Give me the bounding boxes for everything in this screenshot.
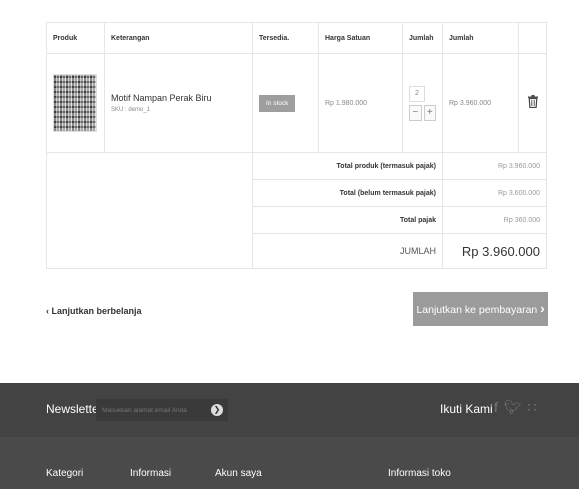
stock-badge: In stock: [259, 94, 296, 112]
social-links: f🐦︎∷: [494, 399, 543, 416]
unit-price-cell: Rp 1.980.000: [318, 53, 403, 153]
summary-value: Rp 3.600.000: [442, 179, 547, 207]
summary-value: Rp 3.960.000: [442, 152, 547, 180]
chevron-right-icon: ›: [540, 301, 545, 316]
footer-column-information[interactable]: Informasi: [130, 468, 171, 479]
product-cell: [46, 53, 105, 153]
delete-cell: [518, 53, 547, 153]
summary-label: Total pajak: [252, 206, 443, 234]
quantity-decrease-button[interactable]: −: [409, 104, 422, 121]
footer-column-categories[interactable]: Kategori: [46, 468, 83, 479]
rss-icon[interactable]: ∷: [528, 399, 543, 415]
trash-icon[interactable]: [525, 95, 540, 111]
header-total: Jumlah: [442, 22, 519, 54]
newsletter-label: Newsletter: [46, 402, 103, 416]
quantity-cell: 2 − +: [402, 53, 443, 153]
summary-row-total-incl-tax: Total produk (termasuk pajak) Rp 3.960.0…: [46, 152, 547, 269]
summary-value: Rp 360.000: [442, 206, 547, 234]
table-row: Motif Nampan Perak Biru SKU : demo_1 In …: [46, 53, 547, 153]
cart-table: Produk Keterangan Tersedia. Harga Satuan…: [46, 22, 547, 269]
header-quantity: Jumlah: [402, 22, 443, 54]
follow-us-label: Ikuti Kami: [440, 402, 493, 416]
product-name[interactable]: Motif Nampan Perak Biru: [111, 93, 246, 103]
footer: Newsletter ❯ Ikuti Kami f🐦︎∷ Kategori In…: [0, 383, 579, 489]
header-delete: [518, 22, 547, 54]
quantity-increase-button[interactable]: +: [423, 104, 436, 121]
newsletter-submit-icon[interactable]: ❯: [211, 404, 223, 416]
continue-shopping-label: Lanjutkan berbelanja: [51, 306, 142, 316]
checkout-button[interactable]: Lanjutkan ke pembayaran ›: [413, 292, 548, 326]
facebook-icon[interactable]: f: [494, 399, 504, 415]
header-unit-price: Harga Satuan: [318, 22, 403, 54]
table-header-row: Produk Keterangan Tersedia. Harga Satuan…: [46, 22, 547, 54]
product-thumbnail[interactable]: [53, 74, 97, 132]
footer-column-store-info[interactable]: Informasi toko: [388, 468, 451, 479]
chevron-left-icon: ‹: [46, 306, 49, 316]
checkout-label: Lanjutkan ke pembayaran: [416, 304, 538, 316]
cart-table-container: Produk Keterangan Tersedia. Harga Satuan…: [46, 22, 547, 269]
quantity-input[interactable]: 2: [409, 85, 425, 102]
grand-total-label: JUMLAH: [252, 233, 443, 269]
availability-cell: In stock: [252, 53, 319, 153]
summary-spacer: [46, 152, 253, 269]
description-cell: Motif Nampan Perak Biru SKU : demo_1: [104, 53, 253, 153]
newsletter-email-input[interactable]: [96, 399, 228, 421]
product-sku: SKU : demo_1: [111, 107, 151, 113]
twitter-icon[interactable]: 🐦︎: [504, 399, 528, 415]
line-total: Rp 3.960.000: [449, 99, 492, 107]
header-description: Keterangan: [104, 22, 253, 54]
unit-price: Rp 1.980.000: [325, 99, 368, 107]
grand-total-value: Rp 3.960.000: [442, 233, 547, 269]
line-total-cell: Rp 3.960.000: [442, 53, 519, 153]
footer-column-my-account[interactable]: Akun saya: [215, 468, 262, 479]
summary-label: Total produk (termasuk pajak): [252, 152, 443, 180]
header-availability: Tersedia.: [252, 22, 319, 54]
summary-label: Total (belum termasuk pajak): [252, 179, 443, 207]
continue-shopping-link[interactable]: ‹ Lanjutkan berbelanja: [46, 306, 142, 316]
header-product: Produk: [46, 22, 105, 54]
